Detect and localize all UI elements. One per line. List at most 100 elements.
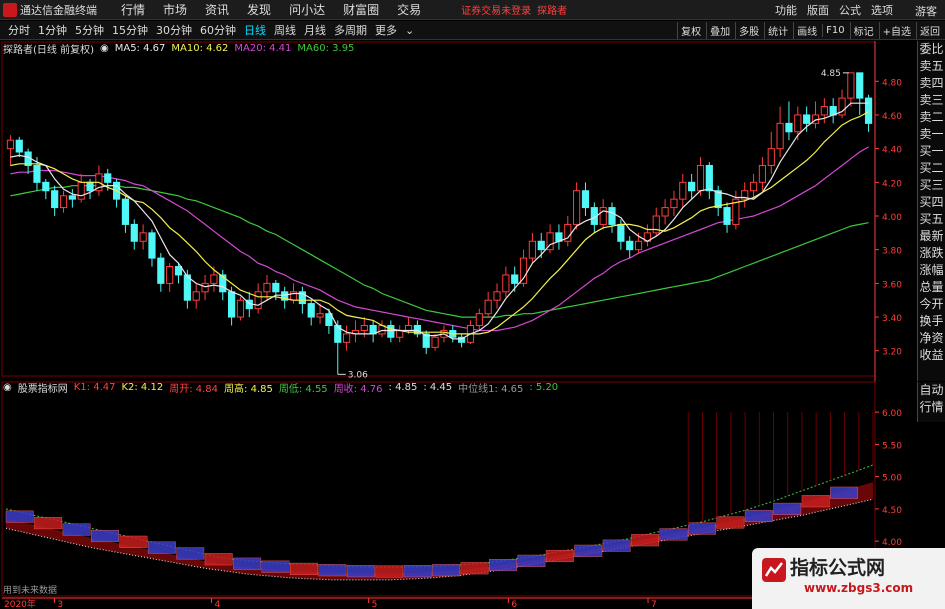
- period-30min[interactable]: 30分钟: [156, 22, 192, 38]
- draw-line-button[interactable]: 画线: [793, 22, 820, 39]
- period-5min[interactable]: 5分钟: [75, 22, 104, 38]
- candle-body: [696, 164, 705, 192]
- candle-body: [42, 181, 50, 192]
- side-item-latest[interactable]: 最新: [918, 228, 945, 245]
- candle-body: [847, 72, 855, 99]
- menu-bar: 通达信金融终端 行情 市场 资讯 发现 问小达 财富圈 交易 证券交易未登录 探…: [0, 0, 945, 20]
- candle-body: [617, 223, 625, 242]
- period-multi[interactable]: 多周期: [334, 22, 367, 38]
- midline-legend: 中位线1: 4.65: [458, 383, 524, 395]
- side-item-change-pct[interactable]: 涨幅: [918, 262, 945, 279]
- period-more[interactable]: 更多: [375, 22, 397, 38]
- side-item-weibi[interactable]: 委比: [918, 41, 945, 58]
- side-item-sell1[interactable]: 卖一: [918, 126, 945, 143]
- multi-stock-button[interactable]: 多股: [735, 22, 762, 39]
- f10-button[interactable]: F10: [822, 24, 847, 37]
- settings-icon[interactable]: ◉: [100, 43, 109, 54]
- menu-layout[interactable]: 版面: [807, 2, 829, 18]
- menu-formula[interactable]: 公式: [839, 2, 861, 18]
- side-item-buy5[interactable]: 买五: [918, 211, 945, 228]
- period-daily[interactable]: 日线: [244, 22, 266, 38]
- quote-button[interactable]: 行情: [918, 399, 945, 416]
- side-item-earnings[interactable]: 收益: [918, 347, 945, 364]
- week-box: [716, 516, 745, 529]
- side-item-sell5[interactable]: 卖五: [918, 58, 945, 75]
- menu-wealth[interactable]: 财富圈: [343, 1, 379, 18]
- statistics-button[interactable]: 统计: [764, 22, 791, 39]
- period-15min[interactable]: 15分钟: [112, 22, 148, 38]
- week-box: [147, 541, 176, 554]
- app-logo: 通达信金融终端: [0, 0, 103, 20]
- menu-ask[interactable]: 问小达: [289, 1, 325, 18]
- account-name[interactable]: 探路者: [537, 2, 567, 17]
- price-tick-label: 4.20: [882, 179, 902, 189]
- week-box: [488, 558, 517, 572]
- candle-body: [475, 313, 483, 326]
- side-item-volume[interactable]: 总量: [918, 279, 945, 296]
- side-item-turnover[interactable]: 换手: [918, 313, 945, 330]
- price-tick-label: 3.60: [882, 280, 902, 290]
- menu-quotes[interactable]: 行情: [121, 1, 145, 18]
- side-item-sell4[interactable]: 卖四: [918, 75, 945, 92]
- indicator-name[interactable]: 股票指标网: [18, 380, 68, 395]
- side-item-sell3[interactable]: 卖三: [918, 92, 945, 109]
- candle-body: [174, 266, 183, 276]
- period-intraday[interactable]: 分时: [8, 22, 30, 38]
- indicator-tick-label: 5.50: [882, 441, 902, 451]
- candle-body: [599, 207, 607, 225]
- side-item-open[interactable]: 今开: [918, 296, 945, 313]
- period-60min[interactable]: 60分钟: [200, 22, 236, 38]
- mark-button[interactable]: 标记: [849, 22, 877, 39]
- side-item-buy2[interactable]: 买二: [918, 160, 945, 177]
- period-1min[interactable]: 1分钟: [38, 22, 67, 38]
- back-button[interactable]: 返回: [916, 22, 943, 39]
- add-watchlist-button[interactable]: +自选: [878, 22, 914, 39]
- menu-discover[interactable]: 发现: [247, 1, 271, 18]
- ma5-path: [10, 102, 869, 340]
- candle-body: [573, 190, 581, 225]
- candle-body: [104, 173, 112, 183]
- menu-market[interactable]: 市场: [163, 1, 187, 18]
- side-item-change[interactable]: 涨跌: [918, 245, 945, 262]
- restore-rights-button[interactable]: 复权: [677, 22, 704, 39]
- candle-body: [511, 274, 519, 284]
- value1-legend: : 4.85: [388, 381, 418, 393]
- side-item-buy1[interactable]: 买一: [918, 143, 945, 160]
- side-item-sell2[interactable]: 卖二: [918, 109, 945, 126]
- side-item-buy4[interactable]: 买四: [918, 194, 945, 211]
- side-item-buy3[interactable]: 买三: [918, 177, 945, 194]
- app-title: 通达信金融终端: [20, 3, 97, 17]
- account-status[interactable]: 证券交易未登录: [461, 2, 531, 17]
- candle-body: [528, 240, 536, 259]
- candle-body: [661, 207, 669, 217]
- high-price-label: 4.85: [821, 69, 841, 79]
- period-weekly[interactable]: 周线: [274, 22, 296, 38]
- stock-name[interactable]: 探路者(日线 前复权): [3, 41, 94, 56]
- candle-body: [679, 181, 687, 200]
- auto-button[interactable]: 自动: [918, 382, 945, 399]
- week-box: [204, 553, 233, 566]
- menu-news[interactable]: 资讯: [205, 1, 229, 18]
- year-label: 2020年: [4, 598, 36, 609]
- candle-body: [864, 97, 873, 124]
- candle-body: [705, 164, 713, 192]
- week-box: [687, 522, 716, 535]
- guest-user[interactable]: 游客: [915, 3, 937, 19]
- settings-icon[interactable]: ◉: [3, 382, 12, 393]
- kline-chart[interactable]: 3.20 3.40 3.60 3.80 4.00 4.20 4.40 4.60 4.80 4.85…: [0, 40, 917, 609]
- price-tick-label: 3.40: [882, 314, 902, 324]
- week-low-legend: 周低: 4.55: [278, 383, 328, 395]
- menu-options[interactable]: 选项: [871, 2, 893, 18]
- ma20-legend: MA20: 4.41: [234, 42, 292, 54]
- menu-function[interactable]: 功能: [775, 2, 797, 18]
- candle-body: [139, 232, 147, 242]
- week-box: [375, 565, 404, 578]
- candle-body: [201, 282, 209, 293]
- side-item-net-assets[interactable]: 净资: [918, 330, 945, 347]
- overlay-button[interactable]: 叠加: [706, 22, 733, 39]
- candle-body: [166, 266, 174, 284]
- period-monthly[interactable]: 月线: [304, 22, 326, 38]
- chevron-down-icon[interactable]: ⌄: [405, 24, 414, 37]
- menu-trade[interactable]: 交易: [397, 1, 421, 18]
- candle-body: [236, 299, 245, 318]
